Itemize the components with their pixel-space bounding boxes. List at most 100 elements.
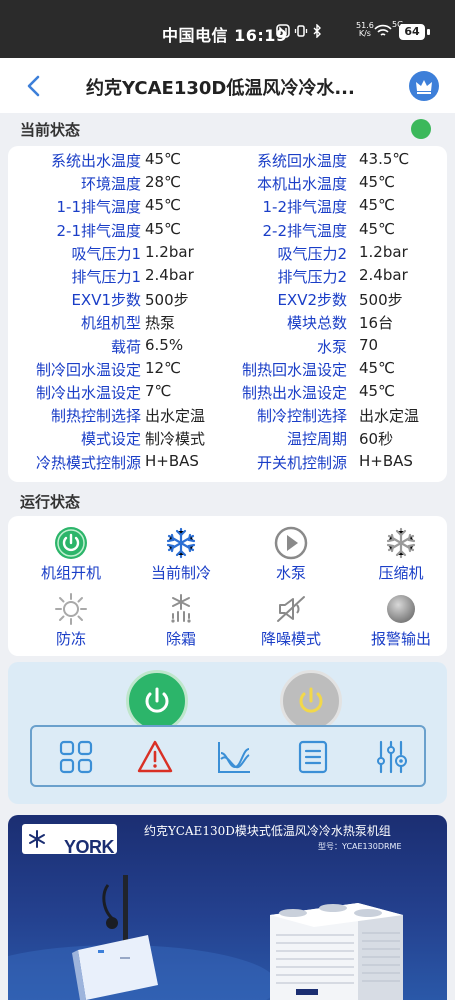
param-value: 出水定温 [359, 407, 420, 426]
bluetooth-icon [313, 24, 321, 38]
vip-button[interactable] [409, 71, 439, 101]
mute-icon [277, 596, 305, 622]
settings-sliders-icon[interactable] [374, 739, 410, 775]
param-row: EXV1步数 500步 EXV2步数 500步 [8, 289, 447, 312]
run-item-pump: 水泵 [241, 526, 341, 583]
param-label: 模式设定 [80, 430, 141, 449]
param-value: 28℃ [145, 173, 181, 192]
carrier-time: 中国电信 16:19 [162, 26, 288, 45]
compressor-snowflake-icon [386, 527, 416, 559]
param-value: 12℃ [145, 358, 181, 377]
param-value: 45℃ [359, 196, 395, 215]
power-on-button[interactable] [126, 670, 188, 732]
param-value: 制冷模式 [145, 430, 206, 449]
run-item-label: 除霜 [165, 630, 196, 648]
param-row: 制冷出水温设定 7℃ 制热出水温设定 45℃ [8, 382, 447, 405]
param-row: 吸气压力1 1.2bar 吸气压力2 1.2bar [8, 243, 447, 266]
param-row: 环境温度 28℃ 本机出水温度 45℃ [8, 173, 447, 196]
battery-indicator: 64 [399, 24, 425, 40]
param-value: 45℃ [145, 150, 181, 168]
param-row: 制冷回水温设定 12℃ 制热回水温设定 45℃ [8, 359, 447, 382]
param-label: 本机出水温度 [256, 175, 347, 194]
param-label: 模块总数 [286, 314, 347, 333]
param-value: 500步 [359, 291, 403, 310]
power-icon [299, 687, 323, 713]
param-label: 制冷出水温设定 [35, 384, 141, 402]
param-label: 排气压力1 [71, 268, 141, 286]
param-value: 出水定温 [145, 407, 206, 426]
grid-icon[interactable] [58, 739, 94, 775]
param-label: 排气压力2 [277, 268, 347, 286]
param-label: 制冷控制选择 [256, 407, 347, 426]
online-status-indicator [411, 119, 431, 139]
snowflake-icon [166, 527, 196, 559]
run-item-compressor: 压缩机 [351, 526, 451, 583]
param-value: 45℃ [145, 196, 181, 215]
banner-title: 约克YCAE130D模块式低温风冷冷水热泵机组 [144, 824, 391, 838]
param-label: 制热控制选择 [50, 407, 141, 426]
function-toolbar [30, 725, 426, 787]
param-value: 45℃ [359, 382, 395, 400]
wifi-icon [374, 24, 392, 36]
vibrate-icon [294, 25, 308, 37]
param-row: 制热控制选择 出水定温 制冷控制选择 出水定温 [8, 405, 447, 428]
product-banner: YORK 约克YCAE130D模块式低温风冷冷水热泵机组 型号：YCAE130D… [8, 815, 447, 1000]
run-item-label: 水泵 [275, 564, 306, 582]
net-speed-unit: K/s [358, 29, 371, 38]
param-value: 6.5% [145, 335, 184, 354]
banner-model: 型号：YCAE130DRME [318, 842, 402, 851]
run-item-cooling: 当前制冷 [131, 526, 231, 583]
param-label: EXV1步数 [71, 291, 141, 310]
pump-play-icon [274, 526, 308, 560]
param-value: 45℃ [359, 358, 395, 377]
param-row: 排气压力1 2.4bar 排气压力2 2.4bar [8, 266, 447, 289]
power-icon [145, 687, 169, 713]
param-label: 2-2排气温度 [262, 221, 348, 240]
battery-cap [427, 29, 430, 35]
alarm-dot-icon [387, 595, 415, 623]
param-label: 制冷回水温设定 [35, 360, 141, 379]
section-title-current-status: 当前状态 [20, 121, 81, 139]
param-label: 环境温度 [80, 175, 141, 194]
param-row: 载荷 6.5% 水泵 70 [8, 336, 447, 359]
param-label: 吸气压力1 [71, 244, 141, 263]
run-item-defrost: 除霜 [131, 592, 231, 649]
power-off-button[interactable] [280, 670, 342, 732]
curve-chart-icon[interactable] [216, 739, 252, 775]
param-value: 45℃ [145, 219, 181, 238]
crown-icon [416, 80, 432, 94]
param-label: 水泵 [316, 337, 347, 356]
york-logo: YORK [22, 824, 117, 857]
control-panel [8, 662, 447, 804]
net-speed: 51.6 K/s [356, 22, 374, 38]
param-value: 2.4bar [145, 266, 194, 284]
list-icon[interactable] [295, 739, 331, 775]
param-label: 2-1排气温度 [56, 221, 142, 240]
param-label: 系统出水温度 [50, 152, 141, 170]
run-item-antifreeze: 防冻 [21, 592, 121, 649]
status-bar: 中国电信 16:19 51.6 K/s 5G 64 [0, 0, 455, 58]
run-item-low-noise: 降噪模式 [241, 592, 341, 649]
run-item-label: 降噪模式 [260, 630, 321, 648]
run-item-label: 防冻 [55, 630, 86, 648]
run-item-label: 报警输出 [370, 630, 431, 648]
param-row: 1-1排气温度 45℃ 1-2排气温度 45℃ [8, 196, 447, 219]
alert-icon[interactable] [137, 739, 173, 775]
run-item-unit-on: 机组开机 [21, 526, 121, 583]
param-label: 机组机型 [80, 314, 141, 333]
param-row: 2-1排气温度 45℃ 2-2排气温度 45℃ [8, 220, 447, 243]
param-label: 制热出水温设定 [241, 384, 347, 402]
param-value: 7℃ [145, 382, 172, 400]
param-label: 吸气压力2 [277, 244, 347, 263]
parameter-card: 系统出水温度 45℃ 系统回水温度 43.5℃ 环境温度 28℃ 本机出水温度 45℃ 1-1排… [8, 146, 447, 482]
product-illustration [8, 875, 403, 1000]
param-row: 系统出水温度 45℃ 系统回水温度 43.5℃ [8, 150, 447, 173]
param-value: H+BAS [359, 451, 413, 470]
param-label: 1-2排气温度 [262, 198, 348, 217]
back-arrow-icon[interactable] [20, 72, 48, 100]
param-value: 45℃ [359, 173, 395, 192]
param-value: 2.4bar [359, 266, 408, 284]
run-item-label: 机组开机 [40, 564, 101, 582]
york-snowflake-logo-icon [29, 830, 45, 848]
param-value: 热泵 [145, 314, 176, 333]
